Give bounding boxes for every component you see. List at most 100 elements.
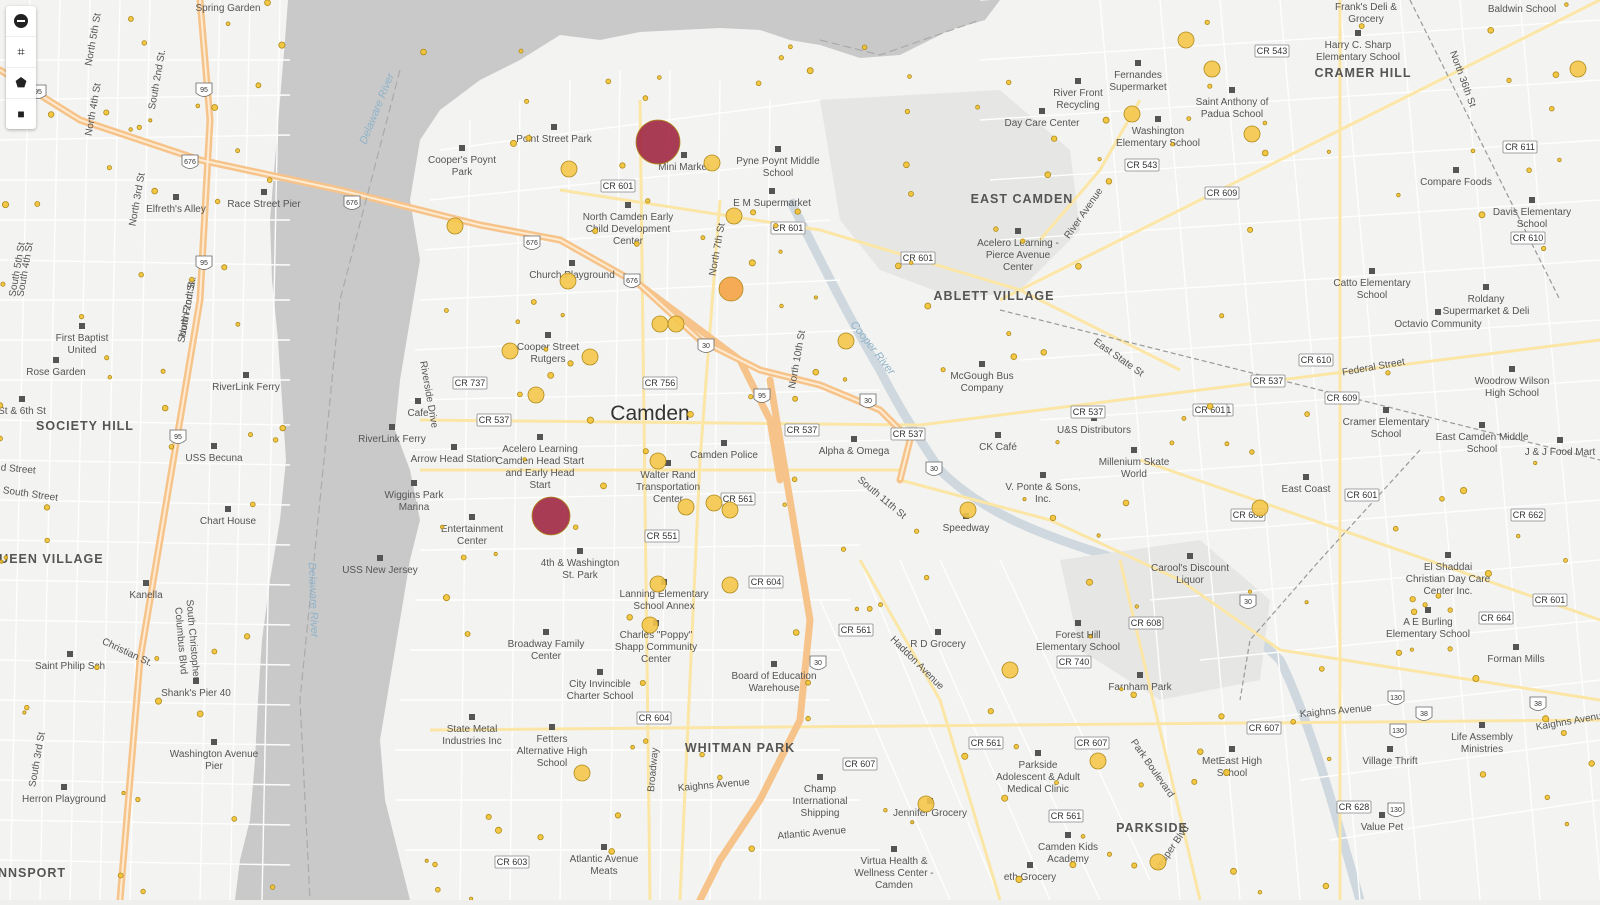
poi-marker-icon[interactable] bbox=[771, 661, 777, 667]
data-point-small[interactable] bbox=[543, 346, 549, 352]
data-point-small[interactable] bbox=[619, 162, 626, 169]
data-point-small[interactable] bbox=[1395, 649, 1403, 656]
data-point-small[interactable] bbox=[903, 161, 910, 169]
data-point-small[interactable] bbox=[878, 602, 883, 608]
poi-marker-icon[interactable] bbox=[1131, 447, 1137, 453]
data-point-small[interactable] bbox=[1409, 647, 1415, 652]
poi-marker-icon[interactable] bbox=[469, 714, 475, 720]
data-point-small[interactable] bbox=[792, 629, 800, 636]
poi-marker-icon[interactable] bbox=[1483, 284, 1489, 290]
data-point-small[interactable] bbox=[1262, 120, 1268, 126]
data-point-small[interactable] bbox=[923, 574, 930, 581]
data-point-small[interactable] bbox=[1560, 730, 1567, 737]
data-point-small[interactable] bbox=[420, 48, 427, 56]
poi-marker-icon[interactable] bbox=[775, 146, 781, 152]
data-point-small[interactable] bbox=[1049, 514, 1057, 522]
data-point-small[interactable] bbox=[517, 391, 523, 398]
data-point-small[interactable] bbox=[1191, 778, 1198, 785]
poi-marker-icon[interactable] bbox=[79, 323, 85, 329]
poi-marker-icon[interactable] bbox=[1435, 309, 1441, 315]
data-point-small[interactable] bbox=[987, 708, 994, 715]
data-point-small[interactable] bbox=[806, 67, 814, 75]
data-point-medium[interactable] bbox=[559, 272, 577, 290]
data-point-small[interactable] bbox=[1460, 486, 1468, 495]
data-point-small[interactable] bbox=[639, 680, 646, 687]
data-point-small[interactable] bbox=[791, 476, 798, 483]
data-point-small[interactable] bbox=[94, 664, 100, 671]
poi-marker-icon[interactable] bbox=[53, 357, 59, 363]
poi-marker-icon[interactable] bbox=[769, 188, 775, 194]
data-point-small[interactable] bbox=[1544, 794, 1550, 801]
poi-marker-icon[interactable] bbox=[1039, 108, 1045, 114]
poi-marker-icon[interactable] bbox=[995, 432, 1001, 438]
data-point-small[interactable] bbox=[1130, 691, 1137, 698]
data-point-small[interactable] bbox=[1169, 440, 1175, 446]
data-point-small[interactable] bbox=[34, 201, 41, 207]
poi-marker-icon[interactable] bbox=[1513, 644, 1519, 650]
poi-marker-icon[interactable] bbox=[817, 774, 823, 780]
data-point-small[interactable] bbox=[975, 104, 980, 110]
data-point-small[interactable] bbox=[1410, 608, 1418, 615]
data-point-small[interactable] bbox=[1439, 495, 1445, 502]
data-point-small[interactable] bbox=[778, 55, 784, 61]
data-point-small[interactable] bbox=[1044, 171, 1052, 179]
data-point-small[interactable] bbox=[1001, 794, 1009, 802]
data-point-small[interactable] bbox=[805, 679, 811, 686]
data-point-small[interactable] bbox=[279, 424, 286, 432]
data-point-small[interactable] bbox=[264, 0, 271, 6]
data-point-small[interactable] bbox=[44, 537, 50, 544]
poi-marker-icon[interactable] bbox=[1065, 832, 1071, 838]
data-point-small[interactable] bbox=[866, 605, 873, 612]
data-point-small[interactable] bbox=[1218, 713, 1225, 720]
data-point-small[interactable] bbox=[104, 355, 110, 361]
data-point-small[interactable] bbox=[117, 872, 124, 879]
data-point-small[interactable] bbox=[211, 648, 218, 655]
poi-marker-icon[interactable] bbox=[211, 443, 217, 449]
data-point-small[interactable] bbox=[1564, 2, 1569, 7]
data-point-small[interactable] bbox=[600, 482, 607, 490]
data-point-small[interactable] bbox=[1515, 533, 1521, 539]
zoom-out-button[interactable] bbox=[6, 6, 36, 37]
data-point-small[interactable] bbox=[592, 227, 599, 234]
data-point-small[interactable] bbox=[135, 796, 141, 803]
poi-marker-icon[interactable] bbox=[377, 555, 383, 561]
poi-marker-icon[interactable] bbox=[1229, 746, 1235, 752]
data-point-medium[interactable] bbox=[649, 452, 667, 470]
data-point-small[interactable] bbox=[2, 201, 9, 209]
data-point-medium[interactable] bbox=[1251, 499, 1269, 517]
data-point-medium[interactable] bbox=[573, 764, 591, 782]
data-point-small[interactable] bbox=[1304, 600, 1309, 605]
data-point-small[interactable] bbox=[1055, 440, 1060, 445]
poi-marker-icon[interactable] bbox=[225, 506, 231, 512]
data-point-small[interactable] bbox=[1015, 875, 1023, 884]
data-point-small[interactable] bbox=[1304, 411, 1310, 417]
data-point-small[interactable] bbox=[1533, 460, 1538, 466]
data-point-small[interactable] bbox=[1358, 23, 1365, 30]
poi-marker-icon[interactable] bbox=[569, 260, 575, 266]
data-point-small[interactable] bbox=[1088, 634, 1093, 639]
data-point-small[interactable] bbox=[1186, 116, 1192, 121]
poi-marker-icon[interactable] bbox=[19, 396, 25, 402]
data-point-small[interactable] bbox=[266, 177, 273, 183]
data-point-small[interactable] bbox=[1134, 604, 1139, 609]
data-point-small[interactable] bbox=[1487, 26, 1494, 34]
data-point-medium[interactable] bbox=[705, 494, 723, 512]
data-point-small[interactable] bbox=[518, 48, 524, 54]
data-point-small[interactable] bbox=[221, 264, 228, 271]
data-point-small[interactable] bbox=[1102, 116, 1110, 124]
data-point-small[interactable] bbox=[3, 555, 9, 560]
poi-marker-icon[interactable] bbox=[1355, 30, 1361, 36]
data-point-small[interactable] bbox=[524, 98, 530, 104]
data-point-small[interactable] bbox=[1051, 135, 1058, 142]
data-point-small[interactable] bbox=[1249, 449, 1255, 455]
data-point-small[interactable] bbox=[189, 276, 195, 283]
poi-marker-icon[interactable] bbox=[1453, 167, 1459, 173]
poi-marker-icon[interactable] bbox=[1137, 672, 1143, 678]
data-point-medium[interactable] bbox=[1149, 853, 1167, 871]
data-point-small[interactable] bbox=[961, 752, 969, 760]
poi-marker-icon[interactable] bbox=[851, 436, 857, 442]
data-point-medium[interactable] bbox=[725, 207, 743, 225]
data-point-small[interactable] bbox=[748, 845, 755, 852]
data-point-small[interactable] bbox=[993, 226, 999, 232]
data-point-small[interactable] bbox=[464, 631, 471, 637]
